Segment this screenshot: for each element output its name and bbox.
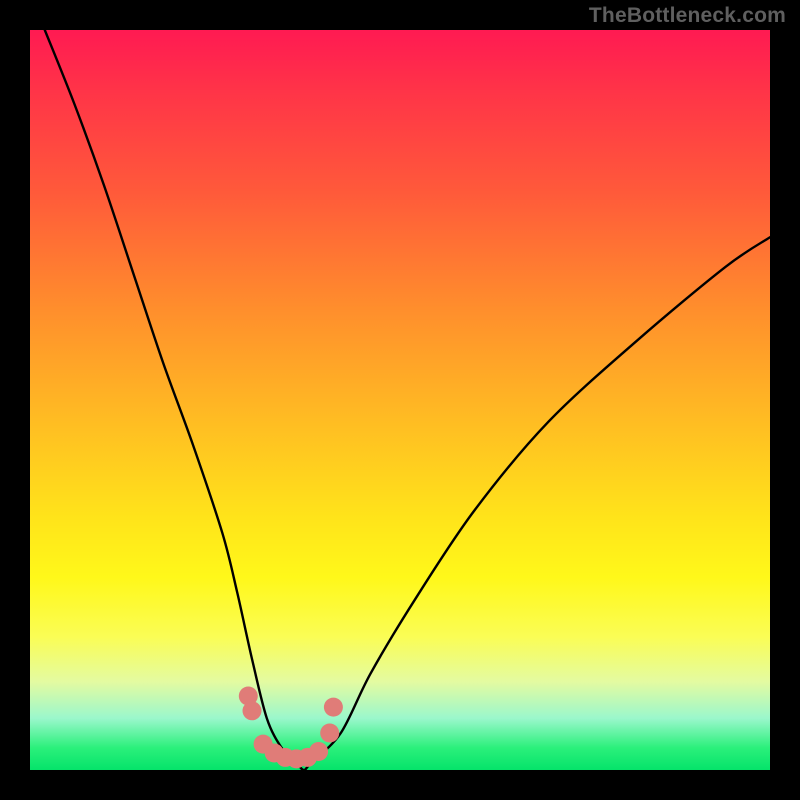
attribution-text: TheBottleneck.com (589, 4, 786, 28)
marker-dot (324, 698, 343, 717)
chart-svg (30, 30, 770, 770)
plot-area (30, 30, 770, 770)
marker-dot (309, 742, 328, 761)
marker-dot (243, 701, 262, 720)
bottleneck-curve (45, 30, 770, 770)
marker-dot (320, 724, 339, 743)
highlight-markers (239, 687, 343, 769)
figure-root: TheBottleneck.com (0, 0, 800, 800)
